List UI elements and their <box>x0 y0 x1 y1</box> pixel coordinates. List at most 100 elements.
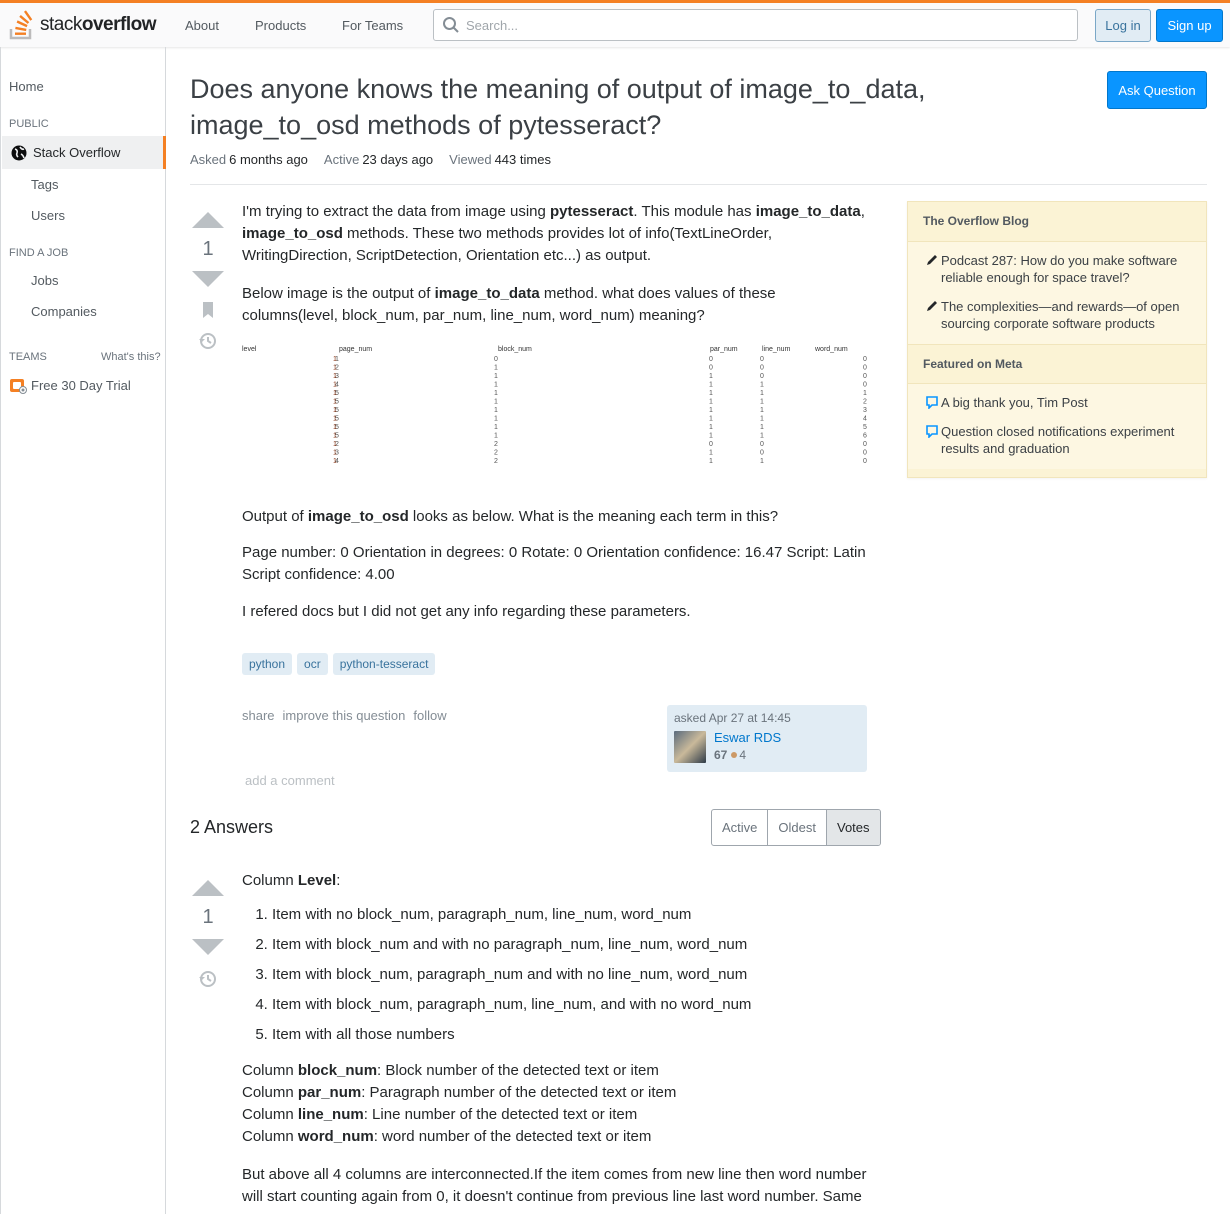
search-input[interactable] <box>466 17 1026 33</box>
bookmark-icon[interactable] <box>201 301 215 319</box>
list-item: Item with block_num, paragraph_num, line… <box>272 994 872 1016</box>
tag-python[interactable]: python <box>242 653 293 675</box>
list-item: Item with all those numbers <box>272 1024 872 1046</box>
sidebar-home[interactable]: Home <box>9 79 44 94</box>
stackoverflow-logo[interactable]: stackoverflow <box>8 7 156 43</box>
meta-item[interactable]: Question closed notifications experiment… <box>923 417 1191 463</box>
top-bar: stackoverflow About Products For Teams L… <box>0 0 1230 47</box>
sidebar-item-tags[interactable]: Tags <box>31 177 58 192</box>
user-avatar[interactable] <box>674 731 706 763</box>
asked-meta: Asked 6 months ago <box>190 152 308 167</box>
blog-item-label: The complexities—and rewards—of open sou… <box>941 299 1180 331</box>
follow-link[interactable]: follow <box>413 708 446 723</box>
figure-cell: 0 <box>863 365 867 372</box>
figure-cell: 1 <box>760 382 764 389</box>
improve-question-link[interactable]: improve this question <box>283 708 406 723</box>
figure-cell: 1 <box>709 458 713 465</box>
sidebar-find-job-header: FIND A JOB <box>9 247 69 259</box>
figure-cell: 1 <box>709 407 713 414</box>
active-meta[interactable]: Active 23 days ago <box>324 152 433 167</box>
figure-cell: 6 <box>863 433 867 440</box>
figure-cell: 1 <box>494 416 498 423</box>
tag-python-tesseract[interactable]: python-tesseract <box>332 653 436 675</box>
sidebar-item-stack-overflow[interactable]: Stack Overflow <box>2 136 166 169</box>
asked-date[interactable]: asked Apr 27 at 14:45 <box>674 711 860 725</box>
figure-cell: 0 <box>863 382 867 389</box>
user-name[interactable]: Eswar RDS <box>714 730 781 745</box>
meta-item[interactable]: A big thank you, Tim Post <box>923 388 1191 417</box>
figure-cell: 1 <box>494 424 498 431</box>
speech-bubble-icon <box>926 396 938 409</box>
ask-question-button[interactable]: Ask Question <box>1107 71 1207 109</box>
output-table-image[interactable]: level 1 2 3 4 5 5 5 5 5 5 2 3 4 page_num 1 1 1 1 1 1 1 1 1 1 1 1 1 b… <box>242 340 872 488</box>
question-title[interactable]: Does anyone knows the meaning of output … <box>190 71 1080 143</box>
overflow-blog-widget: The Overflow Blog Podcast 287: How do yo… <box>907 201 1207 478</box>
question-body-continued: Output of image_to_osd looks as below. W… <box>242 506 872 639</box>
login-button[interactable]: Log in <box>1095 9 1151 42</box>
figure-header-level: level <box>242 346 257 353</box>
stack-logo-icon <box>9 10 33 40</box>
figure-cell: 4 <box>863 416 867 423</box>
whats-this-link[interactable]: What's this? <box>101 351 161 363</box>
figure-cell: 1 <box>333 433 337 440</box>
figure-cell: 1 <box>494 399 498 406</box>
search-box[interactable] <box>433 9 1078 41</box>
figure-header-par_num: par_num <box>710 346 738 353</box>
answers-count: 2 Answers <box>190 817 274 837</box>
bronze-badge-icon <box>731 752 738 759</box>
sidebar-item-jobs[interactable]: Jobs <box>31 273 58 288</box>
tag-ocr[interactable]: ocr <box>297 653 328 675</box>
nav-about[interactable]: About <box>185 6 219 44</box>
sort-votes-tab[interactable]: Votes <box>825 810 880 845</box>
teams-briefcase-icon <box>10 379 27 394</box>
upvote-arrow-icon[interactable] <box>192 212 224 228</box>
question-paragraph-2: Below image is the output of image_to_da… <box>242 285 776 324</box>
question-paragraph-3: Output of image_to_osd looks as below. W… <box>242 508 779 525</box>
add-comment-link[interactable]: add a comment <box>245 773 335 788</box>
nav-products[interactable]: Products <box>255 6 306 44</box>
figure-cell: 0 <box>709 441 713 448</box>
sort-oldest-tab[interactable]: Oldest <box>767 810 826 845</box>
history-icon[interactable] <box>198 331 218 351</box>
sidebar-item-label: Free 30 Day Trial <box>31 377 131 393</box>
speech-bubble-icon <box>926 425 938 438</box>
sidebar-item-companies[interactable]: Companies <box>31 304 97 319</box>
pencil-icon <box>927 255 937 265</box>
sort-active-tab[interactable]: Active <box>712 810 767 845</box>
figure-cell: 1 <box>333 416 337 423</box>
question-title-line-2: image_to_osd methods of pytesseract? <box>190 110 662 140</box>
figure-cell: 1 <box>494 390 498 397</box>
share-link[interactable]: share <box>242 708 275 723</box>
figure-cell: 1 <box>760 399 764 406</box>
figure-cell: 1 <box>760 458 764 465</box>
column-definition: Column line_num: Line number of the dete… <box>242 1106 638 1123</box>
answer-body: Column Level: Item with no block_num, pa… <box>242 870 872 1214</box>
downvote-arrow-icon[interactable] <box>192 939 224 955</box>
column-definition: Column block_num: Block number of the de… <box>242 1062 659 1079</box>
signup-button[interactable]: Sign up <box>1156 9 1223 42</box>
question-paragraph-5: I refered docs but I did not get any inf… <box>242 603 691 620</box>
figure-cell: 1 <box>709 416 713 423</box>
figure-cell: 1 <box>333 441 337 448</box>
figure-header-word_num: word_num <box>814 346 848 353</box>
figure-cell: 1 <box>863 390 867 397</box>
figure-cell: 1 <box>709 450 713 457</box>
blog-header: The Overflow Blog <box>908 202 1206 242</box>
figure-cell: 1 <box>333 390 337 397</box>
figure-cell: 1 <box>709 433 713 440</box>
search-icon <box>443 17 459 33</box>
vote-count: 1 <box>202 238 214 260</box>
left-sidebar: Home PUBLIC Stack Overflow Tags Users FI… <box>0 47 166 1214</box>
nav-for-teams[interactable]: For Teams <box>342 6 403 44</box>
blog-item[interactable]: Podcast 287: How do you make software re… <box>923 246 1191 292</box>
sidebar-item-users[interactable]: Users <box>31 208 65 223</box>
list-item: Item with no block_num, paragraph_num, l… <box>272 904 872 926</box>
sidebar-item-free-trial[interactable]: Free 30 Day Trial <box>9 376 131 394</box>
blog-item[interactable]: The complexities—and rewards—of open sou… <box>923 292 1191 338</box>
history-icon[interactable] <box>198 969 218 989</box>
meta-item-label: A big thank you, Tim Post <box>941 395 1088 410</box>
figure-cell: 0 <box>494 356 498 363</box>
upvote-arrow-icon[interactable] <box>192 880 224 896</box>
question-paragraph-4: Page number: 0 Orientation in degrees: 0… <box>242 544 866 583</box>
downvote-arrow-icon[interactable] <box>192 271 224 287</box>
